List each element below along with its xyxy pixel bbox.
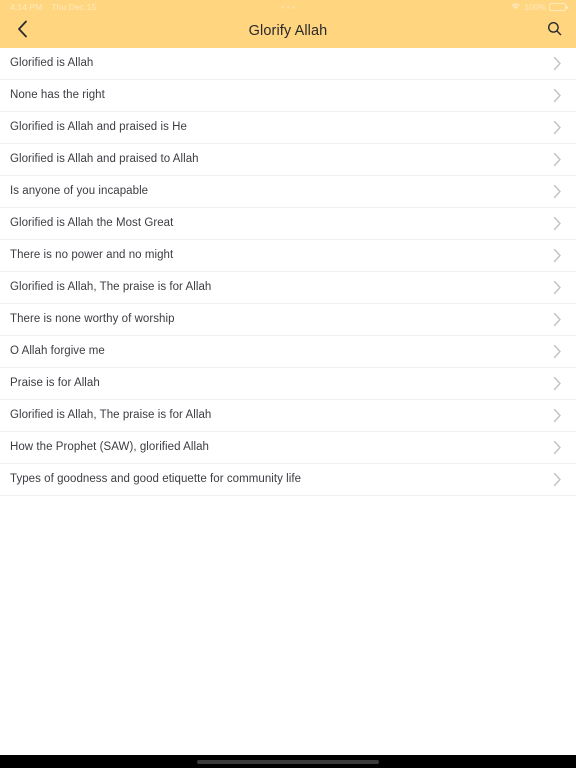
chevron-right-icon [550, 280, 564, 295]
chevron-right-icon [550, 312, 564, 327]
list-item-label: There is no power and no might [10, 248, 174, 261]
chevron-right-icon [550, 120, 564, 135]
list-item-label: Glorified is Allah [10, 56, 94, 69]
list-item[interactable]: How the Prophet (SAW), glorified Allah [0, 432, 576, 464]
recording-dots-icon [281, 5, 295, 9]
list-item[interactable]: Glorified is Allah and praised is He [0, 112, 576, 144]
content-area: Glorified is Allah None has the right Gl… [0, 48, 576, 755]
list-item-label: Glorified is Allah the Most Great [10, 216, 174, 229]
list-item[interactable]: Glorified is Allah the Most Great [0, 208, 576, 240]
list-item-label: How the Prophet (SAW), glorified Allah [10, 440, 209, 453]
wifi-icon [510, 2, 521, 12]
search-button[interactable] [532, 14, 576, 48]
home-bar [0, 755, 576, 768]
chevron-right-icon [550, 88, 564, 103]
list-item[interactable]: Praise is for Allah [0, 368, 576, 400]
list-item[interactable]: There is no power and no might [0, 240, 576, 272]
chevron-right-icon [550, 216, 564, 231]
chevron-right-icon [550, 344, 564, 359]
status-bar-left: 4:14 PM Thu Dec 15 [10, 3, 96, 12]
chevron-right-icon [550, 408, 564, 423]
chevron-right-icon [550, 248, 564, 263]
list-item-label: Glorified is Allah, The praise is for Al… [10, 408, 212, 421]
dot [286, 5, 290, 9]
list-item[interactable]: Glorified is Allah, The praise is for Al… [0, 272, 576, 304]
list-item[interactable]: O Allah forgive me [0, 336, 576, 368]
list-item[interactable]: Glorified is Allah, The praise is for Al… [0, 400, 576, 432]
list-item[interactable]: Glorified is Allah and praised to Allah [0, 144, 576, 176]
status-date: Thu Dec 15 [51, 1, 97, 12]
list-item-label: Glorified is Allah, The praise is for Al… [10, 280, 212, 293]
list-item-label: Praise is for Allah [10, 376, 100, 389]
list-item-label: There is none worthy of worship [10, 312, 175, 325]
list-item-label: Is anyone of you incapable [10, 184, 149, 197]
chevron-right-icon [550, 184, 564, 199]
list-item[interactable]: None has the right [0, 80, 576, 112]
chevron-left-icon [17, 20, 28, 43]
list-item[interactable]: Glorified is Allah [0, 48, 576, 80]
chevron-right-icon [550, 472, 564, 487]
dot [292, 5, 295, 9]
page-title: Glorify Allah [248, 23, 328, 39]
list-item-label: Types of goodness and good etiquette for… [10, 472, 302, 485]
list-item[interactable]: There is none worthy of worship [0, 304, 576, 336]
home-indicator[interactable] [197, 759, 379, 764]
chevron-right-icon [550, 376, 564, 391]
app-screen: 4:14 PM Thu Dec 15 100% Glorify Allah Gl… [0, 0, 576, 768]
list-item[interactable]: Is anyone of you incapable [0, 176, 576, 208]
nav-bar: Glorify Allah [0, 14, 576, 48]
battery-percent-label: 100% [524, 1, 546, 12]
list-item-label: O Allah forgive me [10, 344, 105, 357]
chevron-right-icon [550, 56, 564, 71]
list-item[interactable]: Types of goodness and good etiquette for… [0, 464, 576, 496]
search-icon [547, 21, 562, 41]
chevron-right-icon [550, 152, 564, 167]
status-bar: 4:14 PM Thu Dec 15 100% [0, 0, 576, 14]
battery-icon [549, 3, 568, 11]
list-item-label: Glorified is Allah and praised to Allah [10, 152, 199, 165]
back-button[interactable] [0, 14, 44, 48]
status-time: 4:14 PM [10, 1, 43, 12]
list-card: Glorified is Allah None has the right Gl… [0, 48, 576, 496]
dot [281, 5, 284, 9]
status-bar-right: 100% [510, 1, 568, 12]
list-item-label: Glorified is Allah and praised is He [10, 120, 187, 133]
list-item-label: None has the right [10, 88, 105, 101]
chevron-right-icon [550, 440, 564, 455]
